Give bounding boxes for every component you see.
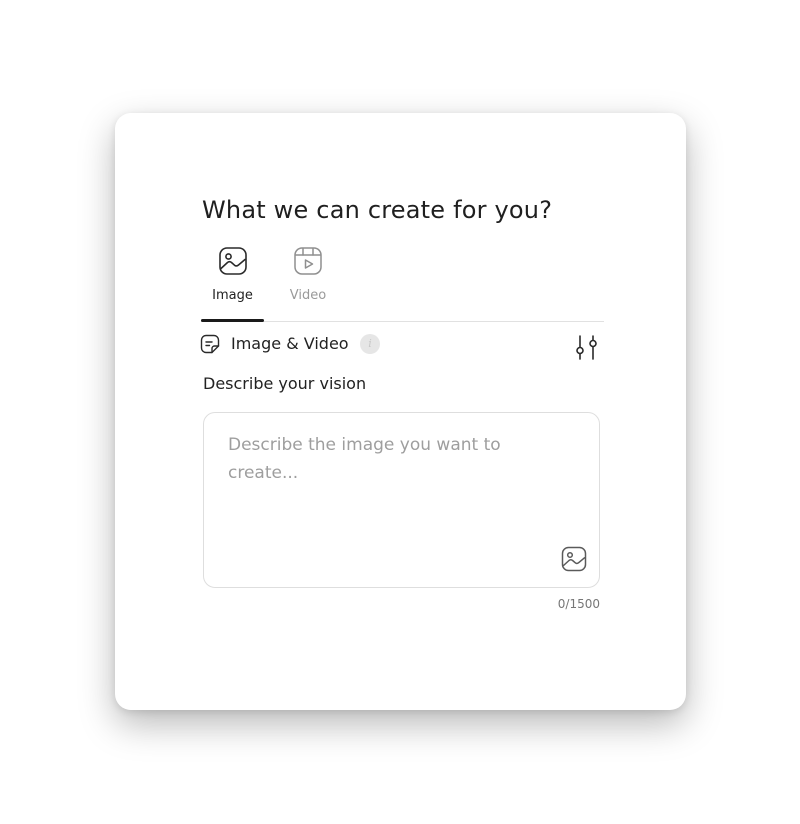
media-tabs: Image Video: [201, 243, 604, 322]
page-title: What we can create for you?: [202, 196, 553, 224]
tab-video[interactable]: Video: [278, 243, 338, 321]
attach-image-button[interactable]: [560, 545, 588, 573]
tab-image-label: Image: [212, 288, 253, 303]
tab-active-indicator: [201, 319, 264, 322]
prompt-box: [203, 412, 600, 588]
tab-video-label: Video: [289, 288, 327, 303]
prompt-input[interactable]: [228, 431, 558, 551]
app-stage: What we can create for you? Image Video …: [0, 0, 800, 824]
video-icon: [294, 247, 322, 275]
sliders-icon: [576, 335, 597, 360]
document-icon: [200, 334, 220, 354]
settings-button[interactable]: [572, 333, 602, 363]
mode-label: Image & Video: [231, 334, 349, 353]
character-counter: 0/1500: [557, 597, 600, 611]
info-icon[interactable]: i: [360, 334, 380, 354]
image-icon: [218, 247, 247, 275]
describe-label: Describe your vision: [203, 374, 367, 393]
tab-image[interactable]: Image: [201, 243, 264, 322]
create-card: What we can create for you? Image Video …: [115, 113, 686, 710]
image-icon: [561, 546, 587, 572]
